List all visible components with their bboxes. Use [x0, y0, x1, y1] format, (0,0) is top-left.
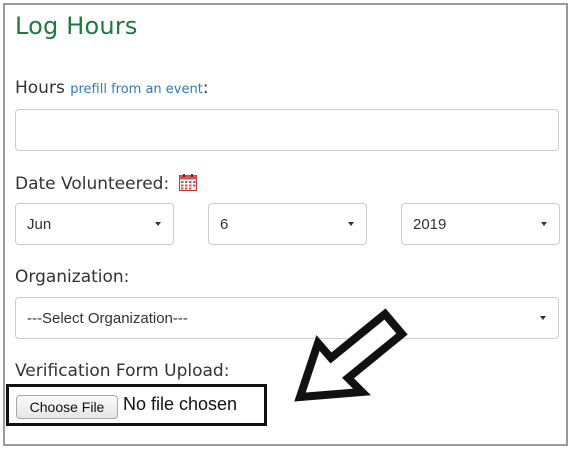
month-caret-icon: [155, 222, 161, 226]
year-select[interactable]: 2019: [401, 203, 560, 245]
calendar-icon[interactable]: [178, 174, 197, 196]
verification-upload-label: Verification Form Upload:: [15, 361, 230, 381]
page-title: Log Hours: [15, 12, 138, 40]
choose-file-button[interactable]: Choose File: [16, 395, 118, 419]
hours-label-row: Hours prefill from an event:: [15, 78, 209, 98]
day-select[interactable]: 6: [208, 203, 367, 245]
hours-label-colon: :: [202, 78, 209, 98]
organization-value: ---Select Organization---: [27, 309, 188, 327]
file-upload-field: Choose File No file chosen: [6, 384, 267, 426]
hours-label: Hours: [15, 78, 65, 98]
date-volunteered-label: Date Volunteered:: [15, 174, 170, 194]
organization-caret-icon: [540, 316, 546, 320]
year-value: 2019: [413, 215, 447, 233]
organization-label: Organization:: [15, 267, 130, 287]
arrow-pointer-icon: [294, 308, 408, 402]
file-status-text: No file chosen: [123, 394, 238, 414]
organization-select[interactable]: ---Select Organization---: [15, 297, 559, 339]
day-caret-icon: [348, 222, 354, 226]
month-select[interactable]: Jun: [15, 203, 174, 245]
day-value: 6: [220, 215, 229, 233]
date-label-row: Date Volunteered:: [15, 174, 197, 196]
month-value: Jun: [27, 215, 52, 233]
prefill-from-event-link[interactable]: prefill from an event: [70, 82, 203, 97]
hours-input[interactable]: [15, 109, 559, 151]
year-caret-icon: [541, 222, 547, 226]
